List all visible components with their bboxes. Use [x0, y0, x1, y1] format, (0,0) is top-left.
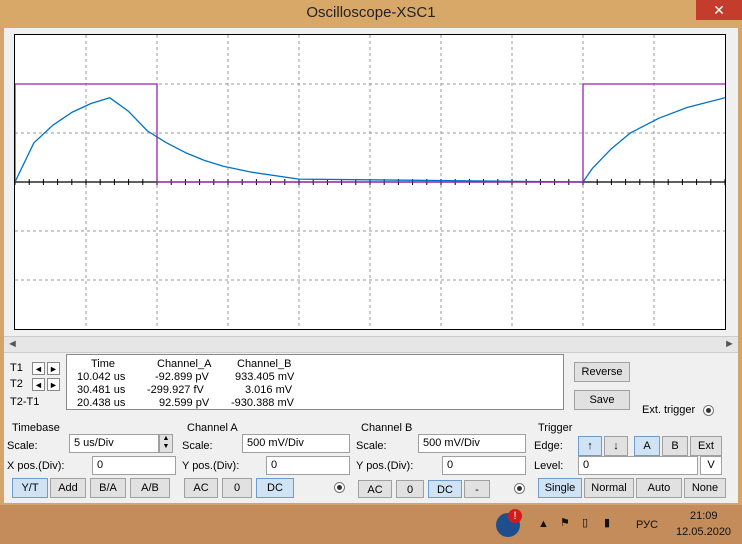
timebase-scale-label: Scale: — [7, 440, 38, 452]
language-indicator[interactable]: РУС — [636, 519, 658, 531]
channel-a-title: Channel A — [187, 422, 238, 434]
channel-b-minus-button[interactable]: - — [464, 480, 490, 498]
trigger-title: Trigger — [538, 422, 573, 434]
readout-t2-channel-b: 3.016 mV — [245, 384, 293, 396]
mode-add-button[interactable]: Add — [50, 478, 86, 498]
readout-header-time: Time — [91, 358, 116, 370]
signal-icon[interactable]: ▮ — [604, 516, 610, 529]
flag-icon[interactable]: ⚑ — [560, 516, 570, 529]
trigger-auto-button[interactable]: Auto — [636, 478, 682, 498]
horizontal-scrollbar[interactable]: ◄ ► — [4, 336, 738, 353]
trigger-none-button[interactable]: None — [684, 478, 726, 498]
taskbar: ! ▲ ⚑ ▯ ▮ РУС 21:09 12.05.2020 — [0, 505, 742, 544]
clock-date[interactable]: 12.05.2020 — [676, 526, 731, 538]
channel-a-ypos-label: Y pos.(Div): — [182, 460, 240, 472]
channel-a-zero-button[interactable]: 0 — [222, 478, 252, 498]
channel-a-ac-button[interactable]: AC — [184, 478, 218, 498]
readout-t1-channel-a: -92.899 pV — [155, 371, 209, 383]
timebase-xpos-label: X pos.(Div): — [7, 460, 65, 472]
readout-delta-time: 20.438 us — [77, 397, 126, 409]
readout-delta-channel-b: -930.388 mV — [231, 397, 294, 409]
trigger-single-button[interactable]: Single — [538, 478, 582, 498]
mode-ab-button[interactable]: A/B — [130, 478, 170, 498]
channel-b-scale-field[interactable]: 500 mV/Div — [418, 434, 526, 453]
channel-b-ac-button[interactable]: AC — [358, 480, 392, 498]
channel-a-terminal-icon[interactable] — [334, 482, 345, 493]
channel-a-scale-field[interactable]: 500 mV/Div — [242, 434, 350, 453]
t1-right-arrow-icon[interactable]: ► — [47, 362, 60, 375]
channel-b-dc-button[interactable]: DC — [428, 480, 462, 498]
readout-t1-channel-b: 933.405 mV — [235, 371, 295, 383]
window-title: Oscilloscope-XSC1 — [306, 4, 436, 21]
waveform-plot — [15, 35, 725, 329]
timebase-scale-stepper[interactable]: ▲ ▼ — [159, 434, 173, 453]
channel-b-ypos-field[interactable]: 0 — [442, 456, 526, 475]
mode-ba-button[interactable]: B/A — [90, 478, 126, 498]
save-button[interactable]: Save — [574, 390, 630, 410]
readout-header-channel-a: Channel_A — [157, 358, 212, 370]
cursor-controls: T1 ◄ ► T2 ◄ ► T2-T1 — [6, 356, 64, 412]
battery-icon[interactable]: ▯ — [582, 516, 588, 529]
readout-delta-channel-a: 92.599 pV — [159, 397, 210, 409]
channel-a-dc-button[interactable]: DC — [256, 478, 294, 498]
measurement-readout: Time Channel_A Channel_B 10.042 us -92.8… — [66, 354, 564, 410]
channel-a-scale-label: Scale: — [182, 440, 213, 452]
timebase-xpos-field[interactable]: 0 — [92, 456, 176, 475]
t1-label: T1 — [10, 362, 23, 374]
trigger-source-a-button[interactable]: A — [634, 436, 660, 456]
trigger-falling-edge-icon[interactable]: ↓ — [604, 436, 628, 456]
channel-b-scale-label: Scale: — [356, 440, 387, 452]
trigger-normal-button[interactable]: Normal — [584, 478, 634, 498]
tray-overflow-icon[interactable]: ▲ — [538, 518, 549, 530]
trigger-level-label: Level: — [534, 460, 564, 472]
client-area: ◄ ► T1 ◄ ► T2 ◄ ► T2-T1 Time Channel_A C… — [4, 28, 738, 503]
ext-trigger-terminal-icon[interactable] — [703, 405, 714, 416]
mode-yt-button[interactable]: Y/T — [12, 478, 48, 498]
reverse-button[interactable]: Reverse — [574, 362, 630, 382]
app-alert-icon[interactable]: ! — [496, 509, 522, 537]
readout-t2-time: 30.481 us — [77, 384, 126, 396]
oscilloscope-window: Oscilloscope-XSC1 ✕ ◄ ► T1 ◄ ► T2 ◄ ► T2… — [0, 0, 742, 505]
ext-trigger-label: Ext. trigger — [642, 404, 696, 416]
t2-t1-label: T2-T1 — [10, 396, 40, 408]
timebase-title: Timebase — [12, 422, 60, 434]
readout-header-channel-b: Channel_B — [237, 358, 292, 370]
t1-left-arrow-icon[interactable]: ◄ — [32, 362, 45, 375]
t2-left-arrow-icon[interactable]: ◄ — [32, 378, 45, 391]
channel-a-ypos-field[interactable]: 0 — [266, 456, 350, 475]
trigger-source-ext-button[interactable]: Ext — [690, 436, 722, 456]
t2-label: T2 — [10, 378, 23, 390]
channel-b-ypos-label: Y pos.(Div): — [356, 460, 414, 472]
trigger-level-field[interactable]: 0 — [578, 456, 698, 475]
channel-b-title: Channel B — [361, 422, 413, 434]
trigger-source-b-button[interactable]: B — [662, 436, 688, 456]
close-button[interactable]: ✕ — [696, 0, 742, 20]
oscilloscope-screen — [14, 34, 726, 330]
scroll-left-icon[interactable]: ◄ — [4, 337, 21, 352]
trigger-edge-label: Edge: — [534, 440, 563, 452]
scroll-right-icon[interactable]: ► — [721, 337, 738, 352]
trigger-rising-edge-icon[interactable]: ↑ — [578, 436, 602, 456]
t2-right-arrow-icon[interactable]: ► — [47, 378, 60, 391]
title-bar[interactable]: Oscilloscope-XSC1 ✕ — [0, 0, 742, 28]
readout-t2-channel-a: -299.927 fV — [147, 384, 204, 396]
clock-time[interactable]: 21:09 — [690, 510, 718, 522]
channel-b-terminal-icon[interactable] — [514, 483, 525, 494]
channel-b-zero-button[interactable]: 0 — [396, 480, 424, 498]
timebase-scale-field[interactable]: 5 us/Div — [69, 434, 159, 453]
readout-t1-time: 10.042 us — [77, 371, 126, 383]
trigger-level-unit[interactable]: V — [700, 456, 722, 475]
